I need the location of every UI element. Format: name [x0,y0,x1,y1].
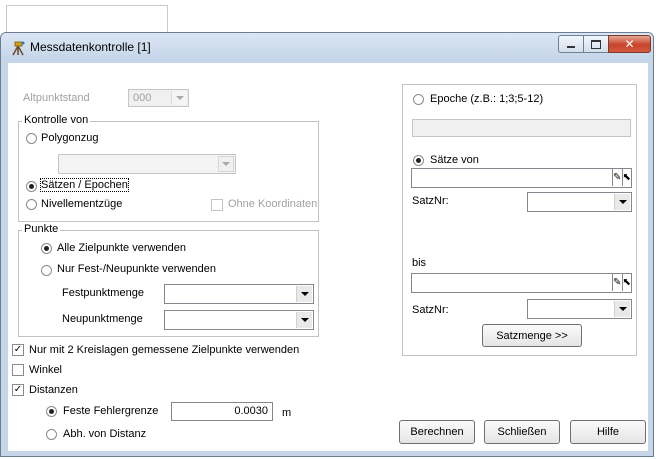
pointer-icon: ⬉ [621,169,632,186]
checkbox-distanzen[interactable]: ✓ [12,384,24,396]
pen-icon: ✎ [612,274,622,291]
close-icon: ✕ [624,37,635,51]
fehlergrenze-unit: m [282,407,292,419]
checkmark-icon: ✓ [13,384,23,395]
chevron-down-icon [296,286,312,302]
neupunktmenge-label: Neupunktmenge [62,313,143,325]
maximize-icon [591,39,601,49]
point-picker-button[interactable]: ✎ ⬉ [612,169,631,188]
fehlergrenze-value: 0.0030 [234,405,268,417]
satznr-von-select[interactable] [527,192,632,212]
label-abh-distanz: Abh. von Distanz [63,428,147,440]
label-bis: bis [412,257,427,269]
label-winkel: Winkel [29,364,63,376]
label-polygonzug: Polygonzug [41,132,99,144]
polygonzug-select[interactable] [58,154,236,174]
radio-feste-fehlergrenze[interactable] [46,406,57,417]
radio-alle-zielpunkte[interactable] [41,243,52,254]
festpunktmenge-select[interactable] [164,284,314,304]
label-epoche: Epoche (z.B.: 1;3;5-12) [430,93,544,105]
altpunktstand-select[interactable]: 000 [128,89,189,107]
hilfe-button[interactable]: Hilfe [570,420,646,444]
minimize-icon [567,46,575,48]
chevron-down-icon [171,91,187,105]
radio-abh-distanz[interactable] [46,429,57,440]
epoche-input[interactable] [412,119,631,137]
chevron-down-icon [218,156,234,172]
satznr-bis-select[interactable] [527,299,632,319]
radio-nivellement[interactable] [26,199,37,210]
altpunktstand-value: 000 [133,92,152,104]
label-ohne-koordinaten: Ohne Koordinaten [228,198,318,210]
radio-nur-fest-neupunkte[interactable] [41,265,52,276]
point-picker-button[interactable]: ✎ ⬉ [612,274,631,293]
festpunktmenge-label: Festpunktmenge [62,287,144,299]
radio-polygonzug[interactable] [26,133,37,144]
satznr-bis-label: SatzNr: [412,304,449,316]
label-distanzen: Distanzen [29,384,78,396]
label-alle-zielpunkte: Alle Zielpunkte verwenden [57,242,187,254]
schliessen-button[interactable]: Schließen [484,420,560,444]
minimize-button[interactable] [558,35,584,53]
label-feste-fehlergrenze: Feste Fehlergrenze [63,405,159,417]
pen-icon: ✎ [612,169,622,186]
label-nur-fest-neupunkte: Nur Fest-/Neupunkte verwenden [57,263,216,275]
kontrolle-von-legend: Kontrolle von [22,114,91,126]
pointer-icon: ⬉ [621,274,632,291]
label-kreislagen: Nur mit 2 Kreislagen gemessene Zielpunkt… [29,344,300,356]
label-nivellement: Nivellementzüge [41,198,123,210]
radio-epoche[interactable] [413,94,424,105]
label-saetze-epochen: Sätzen / Epochen [40,178,129,192]
maximize-button[interactable] [583,35,609,53]
berechnen-button[interactable]: Berechnen [399,420,475,444]
close-button[interactable]: ✕ [608,35,651,53]
survey-tripod-icon [10,40,26,56]
chevron-down-icon [296,312,312,328]
altpunktstand-label: Altpunktstand [23,92,90,104]
window-title: Messdatenkontrolle [1] [30,40,151,54]
punkte-legend: Punkte [22,223,61,235]
radio-saetze-epochen[interactable] [26,181,37,192]
checkbox-ohne-koordinaten[interactable] [211,199,223,211]
chevron-down-icon [614,194,630,210]
checkbox-kreislagen[interactable]: ✓ [12,344,24,356]
chevron-down-icon [614,301,630,317]
satzmenge-button[interactable]: Satzmenge >> [482,324,582,347]
checkbox-winkel[interactable] [12,364,24,376]
satznr-von-label: SatzNr: [412,195,449,207]
neupunktmenge-select[interactable] [164,310,314,330]
radio-saetze-von[interactable] [413,155,424,166]
fehlergrenze-input[interactable]: 0.0030 [171,402,273,421]
saetze-bis-input[interactable]: ✎ ⬉ [411,273,632,293]
checkmark-icon: ✓ [13,344,23,355]
label-saetze-von: Sätze von [430,154,479,166]
saetze-von-input[interactable]: ✎ ⬉ [411,168,632,188]
background-strip [6,5,168,33]
